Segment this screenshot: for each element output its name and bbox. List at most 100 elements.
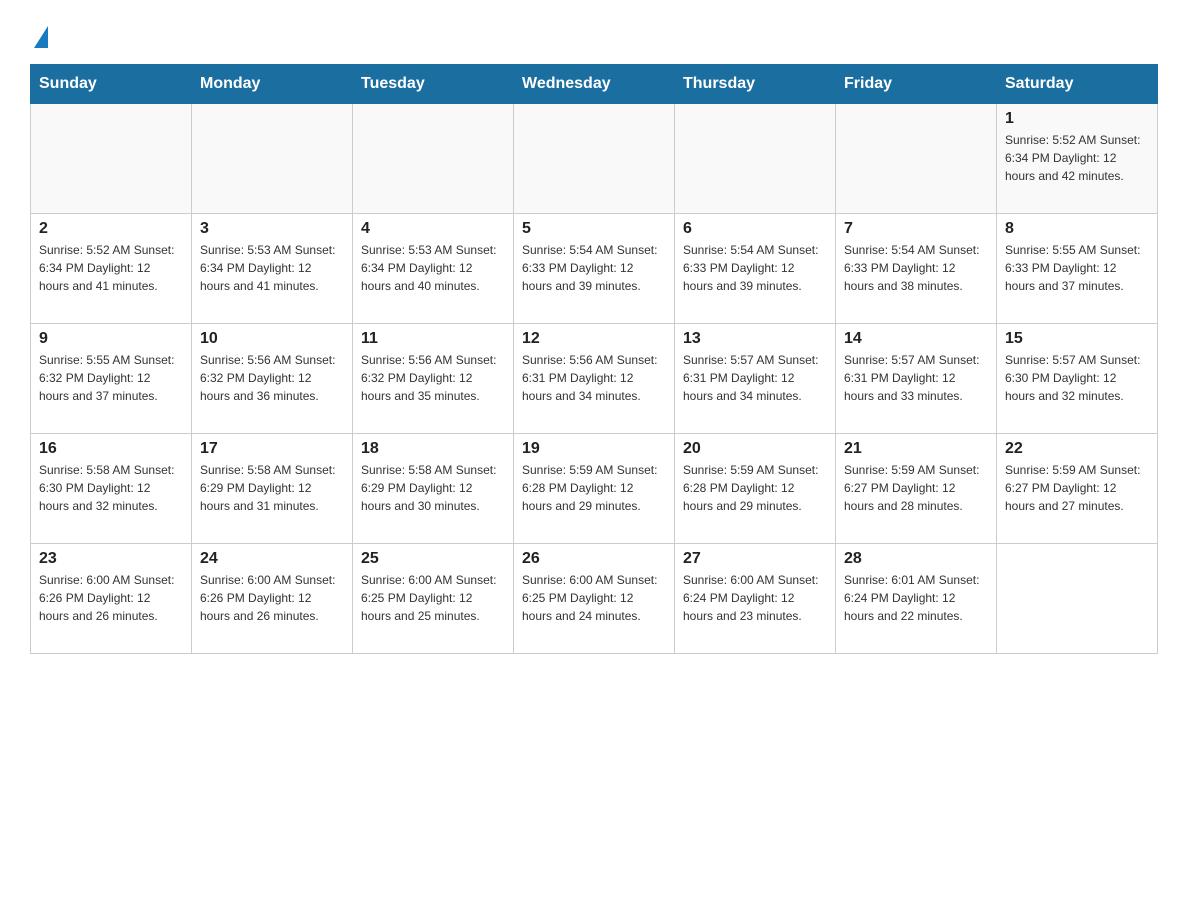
day-info: Sunrise: 5:56 AM Sunset: 6:32 PM Dayligh… bbox=[361, 351, 505, 405]
calendar-header-row: SundayMondayTuesdayWednesdayThursdayFrid… bbox=[31, 65, 1158, 104]
day-info: Sunrise: 5:57 AM Sunset: 6:31 PM Dayligh… bbox=[683, 351, 827, 405]
day-number: 14 bbox=[844, 330, 988, 348]
day-info: Sunrise: 5:52 AM Sunset: 6:34 PM Dayligh… bbox=[39, 241, 183, 295]
day-info: Sunrise: 5:59 AM Sunset: 6:28 PM Dayligh… bbox=[683, 461, 827, 515]
day-info: Sunrise: 5:54 AM Sunset: 6:33 PM Dayligh… bbox=[844, 241, 988, 295]
day-of-week-header: Tuesday bbox=[353, 65, 514, 104]
calendar-cell: 15Sunrise: 5:57 AM Sunset: 6:30 PM Dayli… bbox=[997, 324, 1158, 434]
calendar-cell: 22 Sunrise: 5:59 AM Sunset: 6:27 PM Dayli… bbox=[997, 434, 1158, 544]
day-info: Sunrise: 5:52 AM Sunset: 6:34 PM Dayligh… bbox=[1005, 131, 1149, 185]
calendar-cell bbox=[353, 104, 514, 214]
day-of-week-header: Friday bbox=[836, 65, 997, 104]
day-info: Sunrise: 5:53 AM Sunset: 6:34 PM Dayligh… bbox=[361, 241, 505, 295]
day-number: 11 bbox=[361, 330, 505, 348]
calendar-cell: 26 Sunrise: 6:00 AM Sunset: 6:25 PM Dayli… bbox=[514, 544, 675, 654]
calendar-cell: 19Sunrise: 5:59 AM Sunset: 6:28 PM Dayli… bbox=[514, 434, 675, 544]
day-info: Sunrise: 6:01 AM Sunset: 6:24 PM Dayligh… bbox=[844, 571, 988, 625]
calendar-cell: 8 Sunrise: 5:55 AM Sunset: 6:33 PM Daylig… bbox=[997, 214, 1158, 324]
calendar-week-row: 16 Sunrise: 5:58 AM Sunset: 6:30 PM Dayli… bbox=[31, 434, 1158, 544]
day-info: Sunrise: 5:58 AM Sunset: 6:29 PM Dayligh… bbox=[200, 461, 344, 515]
calendar-cell: 12 Sunrise: 5:56 AM Sunset: 6:31 PM Dayli… bbox=[514, 324, 675, 434]
day-info: Sunrise: 5:55 AM Sunset: 6:32 PM Dayligh… bbox=[39, 351, 183, 405]
day-of-week-header: Monday bbox=[192, 65, 353, 104]
calendar-cell: 18 Sunrise: 5:58 AM Sunset: 6:29 PM Dayli… bbox=[353, 434, 514, 544]
day-number: 4 bbox=[361, 220, 505, 238]
day-number: 16 bbox=[39, 440, 183, 458]
calendar-cell: 5 Sunrise: 5:54 AM Sunset: 6:33 PM Daylig… bbox=[514, 214, 675, 324]
day-info: Sunrise: 5:59 AM Sunset: 6:28 PM Dayligh… bbox=[522, 461, 666, 515]
calendar-cell: 25 Sunrise: 6:00 AM Sunset: 6:25 PM Dayli… bbox=[353, 544, 514, 654]
calendar-cell: 13 Sunrise: 5:57 AM Sunset: 6:31 PM Dayli… bbox=[675, 324, 836, 434]
calendar-cell: 23 Sunrise: 6:00 AM Sunset: 6:26 PM Dayli… bbox=[31, 544, 192, 654]
logo-top bbox=[30, 20, 48, 48]
calendar-cell: 7 Sunrise: 5:54 AM Sunset: 6:33 PM Daylig… bbox=[836, 214, 997, 324]
calendar-cell: 21 Sunrise: 5:59 AM Sunset: 6:27 PM Dayli… bbox=[836, 434, 997, 544]
calendar-week-row: 23 Sunrise: 6:00 AM Sunset: 6:26 PM Dayli… bbox=[31, 544, 1158, 654]
calendar-cell: 14 Sunrise: 5:57 AM Sunset: 6:31 PM Dayli… bbox=[836, 324, 997, 434]
calendar-week-row: 1 Sunrise: 5:52 AM Sunset: 6:34 PM Daylig… bbox=[31, 104, 1158, 214]
page-header bbox=[30, 20, 1158, 44]
calendar-cell bbox=[675, 104, 836, 214]
day-number: 12 bbox=[522, 330, 666, 348]
calendar-cell: 6 Sunrise: 5:54 AM Sunset: 6:33 PM Daylig… bbox=[675, 214, 836, 324]
calendar-cell: 28 Sunrise: 6:01 AM Sunset: 6:24 PM Dayli… bbox=[836, 544, 997, 654]
calendar-cell bbox=[514, 104, 675, 214]
calendar-cell bbox=[836, 104, 997, 214]
logo bbox=[30, 20, 48, 44]
calendar-cell: 20 Sunrise: 5:59 AM Sunset: 6:28 PM Dayli… bbox=[675, 434, 836, 544]
day-number: 28 bbox=[844, 550, 988, 568]
day-number: 26 bbox=[522, 550, 666, 568]
day-number: 6 bbox=[683, 220, 827, 238]
day-info: Sunrise: 6:00 AM Sunset: 6:25 PM Dayligh… bbox=[361, 571, 505, 625]
day-info: Sunrise: 5:54 AM Sunset: 6:33 PM Dayligh… bbox=[683, 241, 827, 295]
day-info: Sunrise: 6:00 AM Sunset: 6:26 PM Dayligh… bbox=[39, 571, 183, 625]
calendar-cell: 1 Sunrise: 5:52 AM Sunset: 6:34 PM Daylig… bbox=[997, 104, 1158, 214]
day-number: 2 bbox=[39, 220, 183, 238]
day-info: Sunrise: 5:58 AM Sunset: 6:30 PM Dayligh… bbox=[39, 461, 183, 515]
calendar-cell: 24Sunrise: 6:00 AM Sunset: 6:26 PM Dayli… bbox=[192, 544, 353, 654]
day-info: Sunrise: 6:00 AM Sunset: 6:25 PM Dayligh… bbox=[522, 571, 666, 625]
day-number: 1 bbox=[1005, 110, 1149, 128]
day-of-week-header: Saturday bbox=[997, 65, 1158, 104]
day-info: Sunrise: 5:58 AM Sunset: 6:29 PM Dayligh… bbox=[361, 461, 505, 515]
day-info: Sunrise: 6:00 AM Sunset: 6:26 PM Dayligh… bbox=[200, 571, 344, 625]
day-number: 10 bbox=[200, 330, 344, 348]
day-number: 5 bbox=[522, 220, 666, 238]
day-info: Sunrise: 5:59 AM Sunset: 6:27 PM Dayligh… bbox=[1005, 461, 1149, 515]
day-number: 20 bbox=[683, 440, 827, 458]
calendar-cell: 17 Sunrise: 5:58 AM Sunset: 6:29 PM Dayli… bbox=[192, 434, 353, 544]
day-info: Sunrise: 5:59 AM Sunset: 6:27 PM Dayligh… bbox=[844, 461, 988, 515]
day-number: 21 bbox=[844, 440, 988, 458]
day-info: Sunrise: 5:53 AM Sunset: 6:34 PM Dayligh… bbox=[200, 241, 344, 295]
logo-triangle-icon bbox=[34, 26, 48, 48]
day-number: 8 bbox=[1005, 220, 1149, 238]
day-info: Sunrise: 5:57 AM Sunset: 6:31 PM Dayligh… bbox=[844, 351, 988, 405]
day-number: 18 bbox=[361, 440, 505, 458]
day-info: Sunrise: 6:00 AM Sunset: 6:24 PM Dayligh… bbox=[683, 571, 827, 625]
day-number: 27 bbox=[683, 550, 827, 568]
day-number: 7 bbox=[844, 220, 988, 238]
calendar-cell bbox=[31, 104, 192, 214]
calendar-cell: 3 Sunrise: 5:53 AM Sunset: 6:34 PM Daylig… bbox=[192, 214, 353, 324]
calendar-cell bbox=[997, 544, 1158, 654]
calendar-cell: 10 Sunrise: 5:56 AM Sunset: 6:32 PM Dayli… bbox=[192, 324, 353, 434]
day-number: 15 bbox=[1005, 330, 1149, 348]
day-number: 23 bbox=[39, 550, 183, 568]
day-number: 25 bbox=[361, 550, 505, 568]
day-number: 3 bbox=[200, 220, 344, 238]
day-info: Sunrise: 5:55 AM Sunset: 6:33 PM Dayligh… bbox=[1005, 241, 1149, 295]
calendar-cell: 9 Sunrise: 5:55 AM Sunset: 6:32 PM Daylig… bbox=[31, 324, 192, 434]
day-of-week-header: Sunday bbox=[31, 65, 192, 104]
calendar-table: SundayMondayTuesdayWednesdayThursdayFrid… bbox=[30, 64, 1158, 654]
day-number: 13 bbox=[683, 330, 827, 348]
calendar-cell: 11 Sunrise: 5:56 AM Sunset: 6:32 PM Dayli… bbox=[353, 324, 514, 434]
day-number: 22 bbox=[1005, 440, 1149, 458]
day-of-week-header: Wednesday bbox=[514, 65, 675, 104]
calendar-week-row: 2 Sunrise: 5:52 AM Sunset: 6:34 PM Daylig… bbox=[31, 214, 1158, 324]
calendar-cell: 2 Sunrise: 5:52 AM Sunset: 6:34 PM Daylig… bbox=[31, 214, 192, 324]
day-info: Sunrise: 5:56 AM Sunset: 6:32 PM Dayligh… bbox=[200, 351, 344, 405]
day-number: 9 bbox=[39, 330, 183, 348]
day-info: Sunrise: 5:54 AM Sunset: 6:33 PM Dayligh… bbox=[522, 241, 666, 295]
day-info: Sunrise: 5:56 AM Sunset: 6:31 PM Dayligh… bbox=[522, 351, 666, 405]
day-number: 17 bbox=[200, 440, 344, 458]
